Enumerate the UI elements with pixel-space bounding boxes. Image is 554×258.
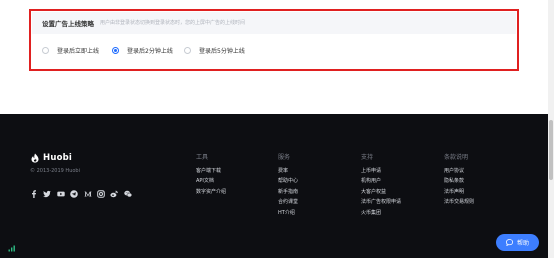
site-footer: Huobi © 2013-2019 Huobi 工具 客户端下载 API文档 数… <box>0 114 548 258</box>
option-immediate[interactable]: 登录后立即上线 <box>42 44 99 56</box>
column-title: 支持 <box>361 154 374 161</box>
huobi-flame-icon <box>31 153 39 163</box>
facebook-icon[interactable] <box>30 190 38 198</box>
footer-link-privacy-terms[interactable]: 隐私条款 <box>444 179 474 184</box>
social-links <box>30 190 137 198</box>
footer-link-beginner-guide[interactable]: 新手指南 <box>278 189 298 195</box>
footer-link-fiat-statement[interactable]: 法币声明 <box>444 189 474 195</box>
option-5-minutes[interactable]: 登录后5分钟上线 <box>184 44 245 56</box>
footer-link-vip-benefits[interactable]: 大客户权益 <box>361 189 401 195</box>
chat-bubble-icon <box>505 239 513 246</box>
footer-link-huobi-group[interactable]: 火币集团 <box>361 210 401 216</box>
footer-link-fees[interactable]: 费率 <box>278 169 298 174</box>
vertical-scrollbar[interactable] <box>548 0 554 258</box>
footer-column-terms: 条款说明 用户协议 隐私条款 法币声明 法币交易规则 <box>444 152 474 211</box>
radio-immediate[interactable] <box>42 46 49 54</box>
signal-strength-icon <box>8 245 15 252</box>
medium-icon[interactable] <box>84 190 92 198</box>
twitter-icon[interactable] <box>43 190 52 198</box>
logo-text: Huobi <box>43 153 73 163</box>
instagram-icon[interactable] <box>97 190 105 198</box>
wechat-icon[interactable] <box>124 190 132 198</box>
footer-link-institutional-users[interactable]: 机构用户 <box>361 179 401 184</box>
footer-link-ht-intro[interactable]: HT介绍 <box>278 210 298 216</box>
help-button-label: 帮助 <box>516 240 529 247</box>
copyright-text: © 2013-2019 Huobi <box>30 168 80 174</box>
footer-link-api-docs[interactable]: API文档 <box>196 179 226 184</box>
radio-2-minutes[interactable] <box>112 46 119 54</box>
footer-link-fiat-trading-rules[interactable]: 法币交易规则 <box>444 200 474 205</box>
footer-link-otc-ad-permission[interactable]: 法币广告权限申请 <box>361 200 401 205</box>
scrollbar-thumb[interactable] <box>549 120 553 180</box>
footer-column-services: 服务 费率 帮助中心 新手指南 合约课堂 HT介绍 <box>278 152 298 221</box>
column-title: 服务 <box>278 154 291 161</box>
footer-link-client-download[interactable]: 客户端下载 <box>196 169 226 174</box>
footer-column-tools: 工具 客户端下载 API文档 数字资产介绍 <box>196 152 226 200</box>
footer-column-support: 支持 上币申请 机构用户 大客户权益 法币广告权限申请 火币集团 <box>361 152 401 221</box>
column-title: 条款说明 <box>444 154 469 161</box>
radio-5-minutes[interactable] <box>184 46 191 54</box>
page-content-area: 设置广告上线策略 用户由非登录状态切换到登录状态时，您的上屏中广告的上线时间 登… <box>0 0 554 114</box>
option-5-minutes-label: 登录后5分钟上线 <box>199 47 245 55</box>
footer-link-user-agreement[interactable]: 用户协议 <box>444 169 474 174</box>
column-title: 工具 <box>196 154 209 161</box>
footer-link-help-center[interactable]: 帮助中心 <box>278 179 298 184</box>
footer-link-digital-assets[interactable]: 数字资产介绍 <box>196 189 226 195</box>
card-title: 设置广告上线策略 <box>42 20 94 28</box>
card-header: 设置广告上线策略 用户由非登录状态切换到登录状态时，您的上屏中广告的上线时间 <box>32 12 516 34</box>
strategy-radio-group: 登录后立即上线 登录后2分钟上线 登录后5分钟上线 <box>39 44 509 58</box>
weibo-icon[interactable] <box>110 190 119 198</box>
telegram-icon[interactable] <box>70 190 78 198</box>
option-immediate-label: 登录后立即上线 <box>57 47 100 55</box>
youtube-icon[interactable] <box>57 190 65 198</box>
option-2-minutes[interactable]: 登录后2分钟上线 <box>112 44 173 56</box>
footer-link-listing-application[interactable]: 上币申请 <box>361 169 401 174</box>
help-button[interactable]: 帮助 <box>496 234 539 251</box>
ad-strategy-settings-card: 设置广告上线策略 用户由非登录状态切换到登录状态时，您的上屏中广告的上线时间 登… <box>29 9 519 71</box>
footer-link-contract-class[interactable]: 合约课堂 <box>278 200 298 205</box>
option-2-minutes-label: 登录后2分钟上线 <box>127 47 173 55</box>
huobi-logo[interactable]: Huobi <box>30 153 72 163</box>
card-description: 用户由非登录状态切换到登录状态时，您的上屏中广告的上线时间 <box>100 20 246 26</box>
